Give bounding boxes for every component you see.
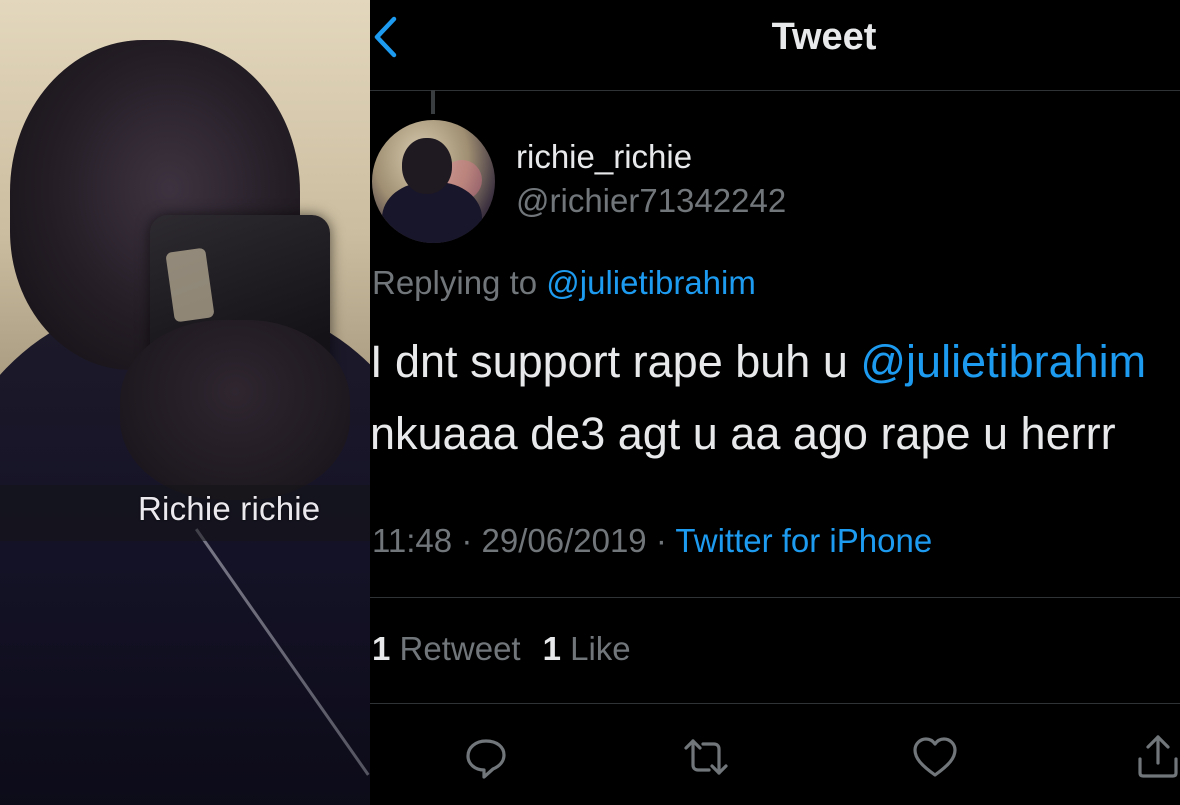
- meta-separator: ·: [461, 522, 473, 559]
- tweet-text-segment: I dnt support rape buh u: [370, 336, 848, 387]
- meta-separator: ·: [655, 522, 667, 559]
- like-stat-label: Like: [570, 630, 631, 667]
- retweet-icon[interactable]: [682, 733, 730, 781]
- screenshot-root: Richie richie Tweet richie_richie @richi…: [0, 0, 1180, 805]
- divider: [370, 703, 1180, 704]
- like-count: 1: [542, 630, 561, 667]
- divider: [370, 597, 1180, 598]
- avatar-head: [402, 138, 452, 194]
- replying-to-line: Replying to @julietibrahim: [372, 264, 756, 302]
- top-navigation-bar: Tweet: [370, 0, 1180, 91]
- tweet-body-line-2: nkuaaa de3 agt u aa ago rape u herrr: [370, 408, 1116, 459]
- heart-icon[interactable]: [911, 733, 959, 781]
- tweet-source-link[interactable]: Twitter for iPhone: [675, 522, 932, 559]
- retweet-stat-label: Retweet: [399, 630, 521, 667]
- author-handle[interactable]: @richier71342242: [516, 182, 786, 220]
- tweet-detail-panel: Tweet richie_richie @richier71342242 Rep…: [370, 0, 1180, 805]
- tweet-body: I dnt support rape buh u @julietibrahim …: [370, 326, 1180, 470]
- tweet-date: 29/06/2019: [481, 522, 647, 559]
- tweet-metadata: 11:48 · 29/06/2019 · Twitter for iPhone: [372, 522, 932, 560]
- author-display-name[interactable]: richie_richie: [516, 138, 692, 176]
- engagement-stats: 1 Retweet 1 Like: [372, 630, 631, 668]
- page-title: Tweet: [771, 16, 877, 58]
- tweet-mention-link[interactable]: @julietibrahim: [860, 336, 1146, 387]
- like-stat[interactable]: 1 Like: [543, 630, 631, 667]
- tweet-time: 11:48: [372, 522, 453, 559]
- tweet-body-line-1: I dnt support rape buh u @julietibrahim: [370, 326, 1180, 398]
- retweet-stat[interactable]: 1 Retweet: [372, 630, 521, 667]
- photo-hand: [120, 320, 350, 500]
- replying-to-mention-link[interactable]: @julietibrahim: [546, 264, 756, 301]
- photo-caption: Richie richie: [138, 490, 321, 527]
- replying-to-label: Replying to: [372, 264, 538, 301]
- reply-icon[interactable]: [462, 733, 510, 781]
- avatar[interactable]: [372, 120, 495, 243]
- profile-photo-panel: Richie richie: [0, 0, 370, 805]
- share-icon[interactable]: [1134, 733, 1180, 781]
- retweet-count: 1: [372, 630, 391, 667]
- thread-connector-line: [431, 90, 435, 114]
